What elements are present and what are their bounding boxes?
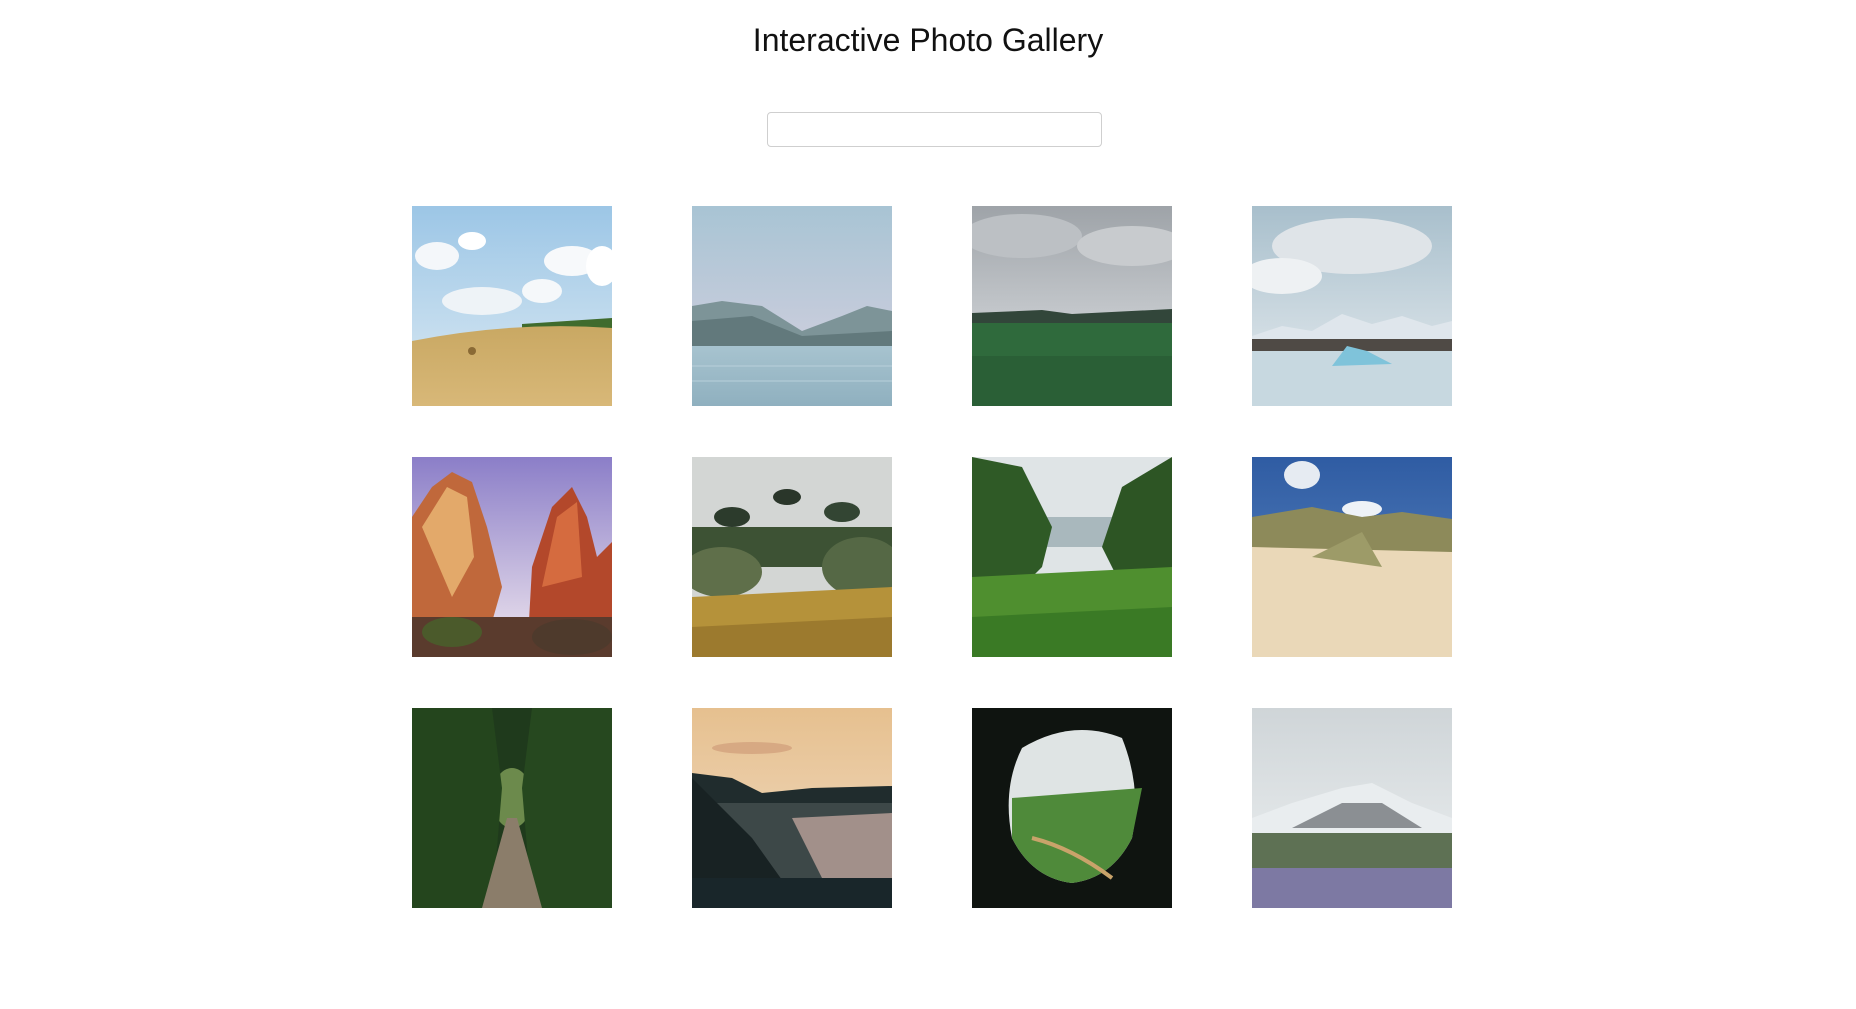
photo-tile-snowy-mountain[interactable] (1252, 708, 1452, 908)
photo-green-meadow (972, 206, 1172, 406)
photo-hay-field (412, 206, 612, 406)
photo-tile-glacier-lagoon[interactable] (1252, 206, 1452, 406)
photo-shrubland (692, 457, 892, 657)
photo-tile-shrubland[interactable] (692, 457, 892, 657)
photo-grid (412, 206, 1453, 908)
photo-snowy-mountain (1252, 708, 1452, 908)
photo-misty-lake (692, 206, 892, 406)
photo-tile-misty-lake[interactable] (692, 206, 892, 406)
search-input[interactable] (767, 112, 1102, 147)
photo-forest-path (412, 708, 612, 908)
photo-tile-cave-opening[interactable] (972, 708, 1172, 908)
photo-jungle-valley (972, 457, 1172, 657)
photo-tile-sand-dunes[interactable] (1252, 457, 1452, 657)
photo-tile-coastal-cliffs[interactable] (692, 708, 892, 908)
photo-tile-jungle-valley[interactable] (972, 457, 1172, 657)
photo-red-rock-canyon (412, 457, 612, 657)
photo-tile-red-rock-canyon[interactable] (412, 457, 612, 657)
photo-tile-green-meadow[interactable] (972, 206, 1172, 406)
page-title: Interactive Photo Gallery (752, 22, 1104, 58)
photo-coastal-cliffs (692, 708, 892, 908)
photo-sand-dunes (1252, 457, 1452, 657)
photo-tile-forest-path[interactable] (412, 708, 612, 908)
photo-cave-opening (972, 708, 1172, 908)
photo-glacier-lagoon (1252, 206, 1452, 406)
gallery-page: Interactive Photo Gallery (0, 0, 1856, 1009)
photo-tile-hay-field[interactable] (412, 206, 612, 406)
